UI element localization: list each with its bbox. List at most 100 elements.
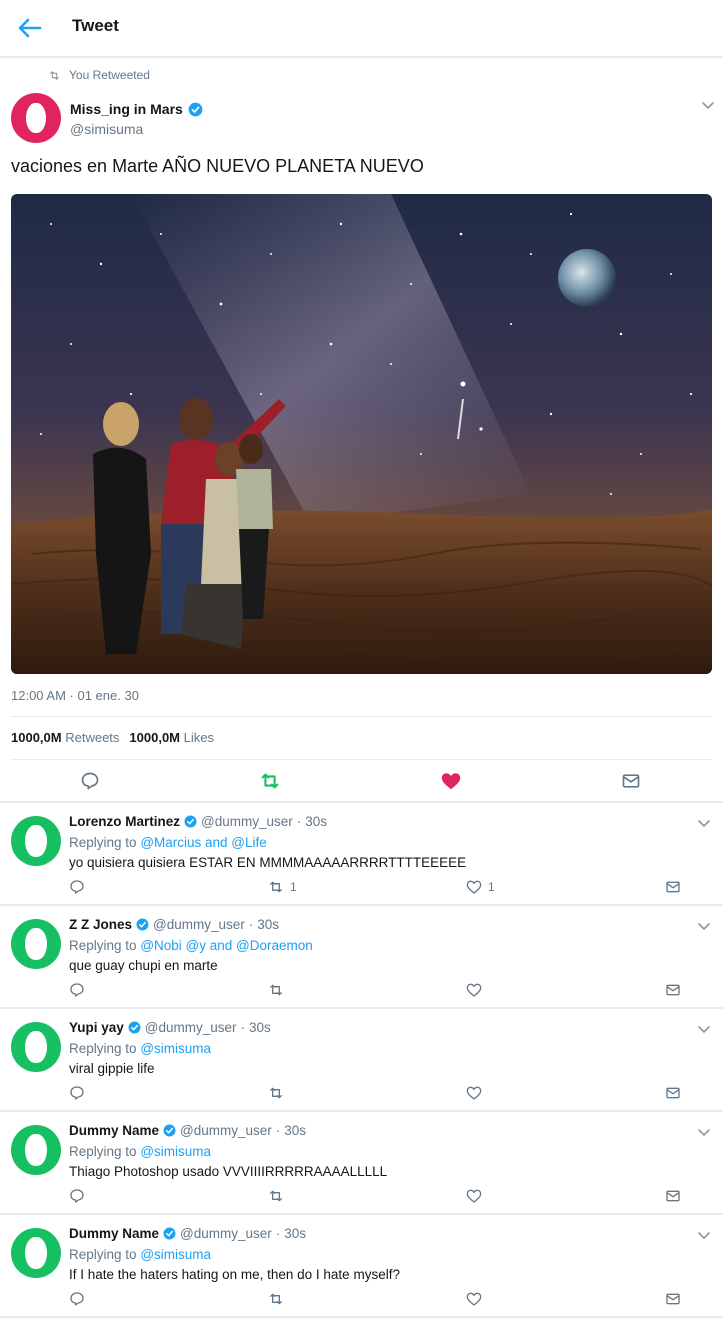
retweet-button[interactable] bbox=[259, 770, 281, 792]
like-button[interactable] bbox=[466, 1290, 488, 1308]
chevron-down-icon[interactable] bbox=[701, 101, 715, 111]
replying-to: Replying to @simisuma bbox=[69, 1144, 211, 1159]
replying-to-users[interactable]: @Marcius and @Life bbox=[140, 835, 266, 850]
reply-header: Lorenzo Martinez @dummy_user · 30s bbox=[69, 814, 327, 829]
divider bbox=[11, 716, 712, 717]
replying-to: Replying to @simisuma bbox=[69, 1041, 211, 1056]
reply-button[interactable] bbox=[69, 1290, 85, 1308]
reply-author-name[interactable]: Dummy Name bbox=[69, 1123, 159, 1138]
share-button[interactable] bbox=[665, 1187, 681, 1205]
replying-to-users[interactable]: @simisuma bbox=[140, 1144, 211, 1159]
verified-badge-icon bbox=[163, 1124, 176, 1137]
replying-to-prefix: Replying to bbox=[69, 835, 137, 850]
share-button[interactable] bbox=[665, 878, 681, 896]
reply-author-handle[interactable]: @dummy_user bbox=[180, 1226, 272, 1241]
chevron-down-icon[interactable] bbox=[697, 1231, 711, 1241]
reply-author-handle[interactable]: @dummy_user bbox=[153, 917, 245, 932]
default-egg-icon bbox=[25, 825, 47, 857]
reply-icon bbox=[70, 1086, 84, 1100]
share-button[interactable] bbox=[665, 981, 681, 999]
reply-author-avatar[interactable] bbox=[11, 919, 61, 969]
dot-separator: · bbox=[240, 1020, 246, 1035]
replying-to-users[interactable]: @Nobi @y and @Doraemon bbox=[140, 938, 312, 953]
reply-author-handle[interactable]: @dummy_user bbox=[145, 1020, 237, 1035]
like-button[interactable] bbox=[440, 770, 462, 792]
reply-button[interactable] bbox=[69, 878, 85, 896]
reply-button[interactable] bbox=[79, 770, 101, 792]
chevron-down-icon[interactable] bbox=[697, 819, 711, 829]
likes-label: Likes bbox=[183, 730, 214, 745]
tweet-timestamp: 12:00 AM · 01 ene. 30 bbox=[11, 688, 139, 703]
retweet-button[interactable] bbox=[268, 1290, 290, 1308]
reply-author-handle[interactable]: @dummy_user bbox=[180, 1123, 272, 1138]
tweet-actions bbox=[0, 764, 723, 798]
top-bar: Tweet bbox=[0, 0, 723, 58]
reply-button[interactable] bbox=[69, 1084, 85, 1102]
chevron-down-icon[interactable] bbox=[697, 922, 711, 932]
retweets-stat[interactable]: 1000,0M Retweets bbox=[11, 730, 119, 745]
retweet-button[interactable] bbox=[268, 1187, 290, 1205]
reply-tweet[interactable]: Z Z Jones @dummy_user · 30s Replying to @Nob… bbox=[0, 906, 723, 1009]
heart-icon bbox=[466, 1292, 482, 1306]
envelope-icon bbox=[666, 984, 680, 996]
heart-filled-icon bbox=[441, 773, 461, 790]
retweet-button[interactable]: 1 bbox=[268, 878, 297, 896]
reply-text: If I hate the haters hating on me, then … bbox=[69, 1267, 400, 1282]
replying-to-prefix: Replying to bbox=[69, 938, 137, 953]
like-button[interactable]: 1 bbox=[466, 878, 495, 896]
author-avatar[interactable] bbox=[11, 93, 61, 143]
retweet-icon bbox=[270, 1190, 282, 1202]
author-handle[interactable]: @simisuma bbox=[70, 121, 143, 137]
verified-badge-icon bbox=[184, 815, 197, 828]
like-button[interactable] bbox=[466, 1084, 488, 1102]
reply-time: 30s bbox=[257, 917, 280, 932]
replying-to-prefix: Replying to bbox=[69, 1144, 137, 1159]
reply-author-name[interactable]: Yupi yay bbox=[69, 1020, 124, 1035]
verified-badge-icon bbox=[188, 102, 203, 116]
reply-author-avatar[interactable] bbox=[11, 1125, 61, 1175]
retweet-button[interactable] bbox=[268, 981, 290, 999]
reply-icon bbox=[70, 983, 84, 997]
chevron-down-icon[interactable] bbox=[697, 1128, 711, 1138]
reply-author-avatar[interactable] bbox=[11, 1228, 61, 1278]
tweet-photo[interactable] bbox=[11, 194, 712, 674]
reply-header: Dummy Name @dummy_user · 30s bbox=[69, 1123, 306, 1138]
replying-to-users[interactable]: @simisuma bbox=[140, 1247, 211, 1262]
reply-button[interactable] bbox=[69, 981, 85, 999]
chevron-down-icon[interactable] bbox=[697, 1025, 711, 1035]
reply-author-name[interactable]: Dummy Name bbox=[69, 1226, 159, 1241]
reply-button[interactable] bbox=[69, 1187, 85, 1205]
reply-icon bbox=[70, 880, 84, 894]
retweet-button[interactable] bbox=[268, 1084, 290, 1102]
share-button[interactable] bbox=[665, 1084, 681, 1102]
reply-tweet[interactable]: Lorenzo Martinez @dummy_user · 30s Replying … bbox=[0, 803, 723, 906]
likes-stat[interactable]: 1000,0M Likes bbox=[129, 730, 214, 745]
replying-to: Replying to @Nobi @y and @Doraemon bbox=[69, 938, 313, 953]
reply-author-name[interactable]: Lorenzo Martinez bbox=[69, 814, 180, 829]
share-button[interactable] bbox=[665, 1290, 681, 1308]
envelope-icon bbox=[666, 1190, 680, 1202]
verified-badge-icon bbox=[128, 1021, 141, 1034]
reply-tweet[interactable]: Yupi yay @dummy_user · 30s Replying to @simi… bbox=[0, 1009, 723, 1112]
reply-author-avatar[interactable] bbox=[11, 1022, 61, 1072]
heart-icon bbox=[466, 880, 482, 894]
reply-tweet[interactable]: Dummy Name @dummy_user · 30s Replying to @si… bbox=[0, 1112, 723, 1215]
dot-separator: · bbox=[275, 1123, 281, 1138]
likes-count: 1000,0M bbox=[129, 730, 181, 745]
back-button[interactable] bbox=[14, 14, 46, 42]
reply-author-name[interactable]: Z Z Jones bbox=[69, 917, 132, 932]
like-button[interactable] bbox=[466, 1187, 488, 1205]
reply-header: Z Z Jones @dummy_user · 30s bbox=[69, 917, 279, 932]
replying-to-prefix: Replying to bbox=[69, 1247, 137, 1262]
like-button[interactable] bbox=[466, 981, 488, 999]
reply-author-avatar[interactable] bbox=[11, 816, 61, 866]
reply-author-handle[interactable]: @dummy_user bbox=[201, 814, 293, 829]
heart-icon bbox=[466, 1086, 482, 1100]
share-button[interactable] bbox=[620, 770, 642, 792]
reply-text: yo quisiera quisiera ESTAR EN MMMMAAAAAR… bbox=[69, 855, 467, 870]
author-name[interactable]: Miss_ing in Mars bbox=[70, 101, 183, 117]
envelope-icon bbox=[666, 1293, 680, 1305]
retweet-icon bbox=[270, 1293, 282, 1305]
replying-to-users[interactable]: @simisuma bbox=[140, 1041, 211, 1056]
reply-tweet[interactable]: Dummy Name @dummy_user · 30s Replying to @si… bbox=[0, 1215, 723, 1318]
